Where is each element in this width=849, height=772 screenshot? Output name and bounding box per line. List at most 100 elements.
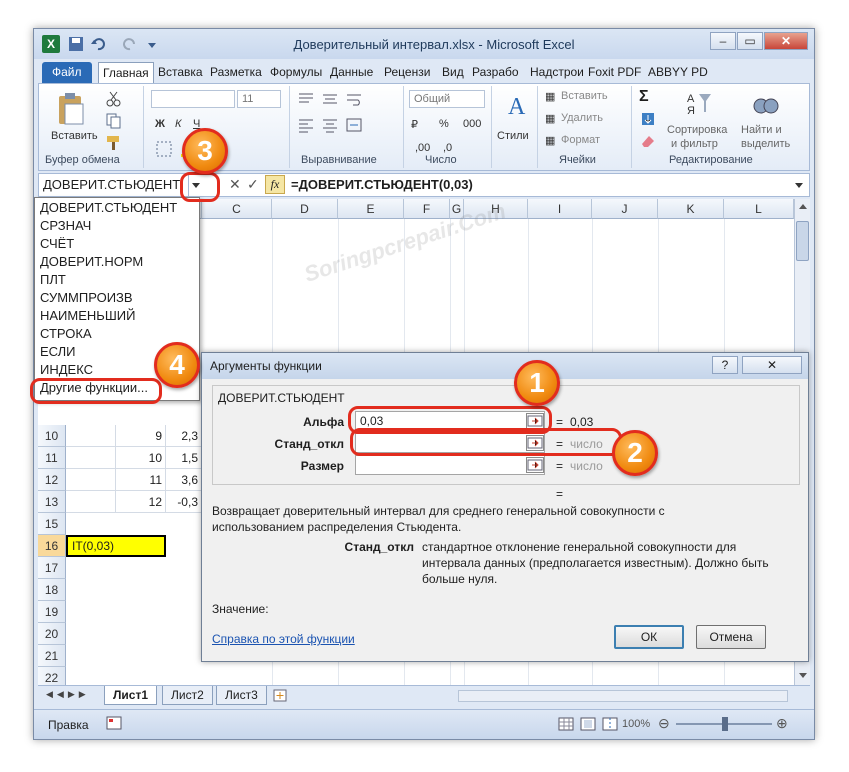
sort-filter-icon[interactable]: AЯ	[685, 88, 715, 118]
cell[interactable]	[66, 469, 116, 491]
tab-page-layout[interactable]: Разметка	[206, 62, 266, 83]
zoom-in-icon[interactable]: ⊕	[776, 715, 788, 732]
cells-delete-label[interactable]: Удалить	[561, 112, 603, 124]
row-header[interactable]: 12	[38, 469, 66, 491]
formula-input[interactable]: =ДОВЕРИТ.СТЬЮДЕНТ(0,03)	[291, 177, 473, 192]
macro-record-icon[interactable]	[106, 716, 122, 730]
row-header[interactable]: 19	[38, 601, 66, 623]
function-list-item[interactable]: НАИМЕНЬШИЙ	[40, 307, 135, 325]
column-header-d[interactable]: D	[272, 199, 338, 219]
borders-icon[interactable]	[155, 140, 173, 158]
fill-down-icon[interactable]	[639, 110, 657, 128]
number-format-box[interactable]: Общий	[409, 90, 485, 108]
cell[interactable]: -0,3	[166, 491, 202, 513]
align-left-icon[interactable]	[297, 116, 315, 134]
cells-insert-icon[interactable]: ▦	[545, 90, 555, 103]
redo-icon[interactable]	[122, 36, 138, 52]
help-icon[interactable]: ?	[712, 356, 738, 374]
horizontal-scrollbar[interactable]	[458, 690, 788, 702]
tab-developer[interactable]: Разрабо	[468, 62, 523, 83]
italic-button[interactable]: К	[175, 118, 181, 130]
cell[interactable]: 10	[116, 447, 166, 469]
column-header-k[interactable]: K	[658, 199, 724, 219]
dialog-close-icon[interactable]: ✕	[742, 356, 802, 374]
cell[interactable]: 3,6	[166, 469, 202, 491]
sheet-nav-icon[interactable]: ◀◀▶▶	[46, 689, 90, 700]
row-header[interactable]: 20	[38, 623, 66, 645]
cancel-button[interactable]: Отмена	[696, 625, 766, 649]
function-list-item[interactable]: СУММПРОИЗВ	[40, 289, 133, 307]
tab-foxit-pdf[interactable]: Foxit PDF	[584, 62, 645, 83]
help-link[interactable]: Справка по этой функции	[212, 631, 355, 647]
cell[interactable]	[66, 425, 116, 447]
undo-icon[interactable]	[90, 36, 106, 52]
function-list-item[interactable]: ДОВЕРИТ.СТЬЮДЕНТ	[40, 199, 177, 217]
tab-review[interactable]: Рецензи	[380, 62, 434, 83]
align-middle-icon[interactable]	[321, 90, 339, 108]
cell[interactable]: 1,5	[166, 447, 202, 469]
insert-function-icon[interactable]: fx	[265, 175, 285, 194]
collapse-dialog-icon[interactable]	[526, 457, 544, 473]
sort-filter-label-2[interactable]: и фильтр	[671, 138, 718, 150]
find-select-label-2[interactable]: выделить	[741, 138, 790, 150]
column-header-g[interactable]: G	[450, 199, 464, 219]
sort-filter-label[interactable]: Сортировка	[667, 124, 727, 136]
cells-insert-label[interactable]: Вставить	[561, 90, 608, 102]
close-button[interactable]: ✕	[764, 32, 808, 50]
new-sheet-icon[interactable]	[272, 688, 288, 703]
sheet-tab-3[interactable]: Лист3	[216, 686, 267, 705]
tab-home[interactable]: Главная	[98, 62, 154, 83]
percent-format-icon[interactable]: %	[439, 118, 449, 130]
scroll-up-icon[interactable]	[797, 201, 809, 213]
font-name-box[interactable]	[151, 90, 235, 108]
save-icon[interactable]	[68, 36, 84, 52]
page-layout-view-icon[interactable]	[580, 717, 596, 731]
scroll-thumb[interactable]	[796, 221, 809, 261]
decrease-decimal-icon[interactable]: ,0	[443, 142, 452, 154]
zoom-slider-thumb[interactable]	[722, 717, 728, 731]
clear-icon[interactable]	[639, 132, 657, 150]
tab-file[interactable]: Файл	[42, 62, 92, 83]
row-header[interactable]: 17	[38, 557, 66, 579]
sheet-tab-2[interactable]: Лист2	[162, 686, 213, 705]
expand-formula-bar-icon[interactable]	[791, 177, 807, 193]
row-header[interactable]: 13	[38, 491, 66, 513]
tab-abbyy-pdf[interactable]: ABBYY PD	[644, 62, 712, 83]
column-header-c[interactable]: C	[202, 199, 272, 219]
format-painter-icon[interactable]	[105, 134, 123, 152]
tab-data[interactable]: Данные	[326, 62, 377, 83]
function-list-item[interactable]: СТРОКА	[40, 325, 92, 343]
paste-icon[interactable]	[55, 92, 87, 128]
function-list-item[interactable]: ПЛТ	[40, 271, 66, 289]
minimize-button[interactable]: –	[710, 32, 736, 50]
font-size-box[interactable]: 11	[237, 90, 281, 108]
row-header-selected[interactable]: 16	[38, 535, 66, 557]
zoom-level[interactable]: 100%	[622, 718, 650, 730]
scroll-down-icon[interactable]	[797, 669, 809, 681]
cell[interactable]	[66, 447, 116, 469]
customize-toolbar-icon[interactable]	[144, 36, 160, 52]
tab-addins[interactable]: Надстрои	[526, 62, 588, 83]
comma-format-icon[interactable]: 000	[463, 118, 481, 130]
bold-button[interactable]: Ж	[155, 118, 165, 130]
tab-formulas[interactable]: Формулы	[266, 62, 326, 83]
tab-insert[interactable]: Вставка	[154, 62, 207, 83]
align-center-icon[interactable]	[321, 116, 339, 134]
zoom-out-icon[interactable]: ⊖	[658, 715, 670, 732]
column-header-l[interactable]: L	[724, 199, 794, 219]
ok-button[interactable]: ОК	[614, 625, 684, 649]
cell[interactable]: 11	[116, 469, 166, 491]
enter-formula-icon[interactable]: ✓	[247, 176, 259, 193]
function-list-item[interactable]: ИНДЕКС	[40, 361, 93, 379]
row-header[interactable]: 15	[38, 513, 66, 535]
cells-delete-icon[interactable]: ▦	[545, 112, 555, 125]
function-list-item[interactable]: ДОВЕРИТ.НОРМ	[40, 253, 143, 271]
sheet-tab-1[interactable]: Лист1	[104, 686, 158, 705]
cell[interactable]: 2,3	[166, 425, 202, 447]
cell[interactable]	[66, 491, 116, 513]
normal-view-icon[interactable]	[558, 717, 574, 731]
page-break-view-icon[interactable]	[602, 717, 618, 731]
row-header[interactable]: 10	[38, 425, 66, 447]
styles-icon[interactable]: A	[501, 90, 531, 120]
tab-view[interactable]: Вид	[438, 62, 468, 83]
